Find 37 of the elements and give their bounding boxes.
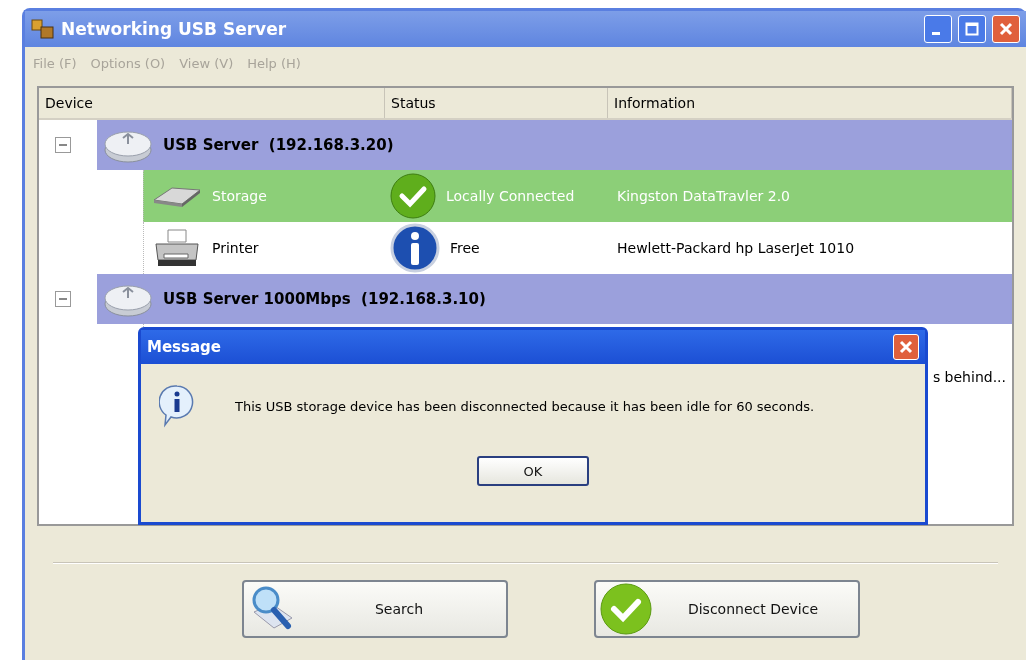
column-header[interactable]: Status	[385, 88, 608, 118]
collapse-icon[interactable]	[55, 291, 71, 307]
check-circle-icon	[390, 173, 436, 219]
collapse-icon[interactable]	[55, 137, 71, 153]
device-status: Free	[450, 240, 480, 256]
column-header[interactable]: Device	[39, 88, 385, 118]
app-icon	[31, 18, 55, 40]
printer-icon	[152, 228, 202, 268]
close-icon	[899, 340, 913, 354]
window-title: Networking USB Server	[61, 19, 288, 39]
dialog-message: This USB storage device has been disconnected because it has been idle for 60 seconds.	[235, 398, 815, 414]
ok-button[interactable]: OK	[477, 456, 589, 486]
device-information: Hewlett-Packard hp LaserJet 1010	[617, 240, 855, 256]
server-row[interactable]: USB Server (192.168.3.20)	[97, 120, 1012, 170]
close-icon	[999, 22, 1013, 36]
dialog-title: Message	[147, 338, 221, 356]
minimize-icon	[932, 31, 940, 35]
close-button[interactable]	[893, 334, 919, 360]
column-header[interactable]: Information	[608, 88, 1012, 118]
device-status: Locally Connected	[446, 188, 575, 204]
maximize-button[interactable]	[958, 15, 986, 43]
search-button[interactable]: Search	[242, 580, 508, 638]
device-name: Storage	[212, 188, 267, 204]
minimize-button[interactable]	[924, 15, 952, 43]
device-information: s behind...	[932, 368, 1006, 385]
server-name: USB Server (192.168.3.20)	[163, 136, 394, 154]
close-button[interactable]	[992, 15, 1020, 43]
info-circle-icon	[390, 223, 440, 273]
disconnect-button[interactable]: Disconnect Device	[594, 580, 860, 638]
device-name: Printer	[212, 240, 259, 256]
drive-icon	[152, 184, 202, 208]
device-information: Kingston DataTravler 2.0	[617, 188, 791, 204]
check-circle-icon	[600, 583, 652, 635]
server-name: USB Server 1000Mbps (192.168.3.10)	[163, 290, 486, 308]
info-bubble-icon	[159, 384, 195, 428]
server-row[interactable]: USB Server 1000Mbps (192.168.3.10)	[97, 274, 1012, 324]
maximize-icon	[965, 22, 979, 36]
